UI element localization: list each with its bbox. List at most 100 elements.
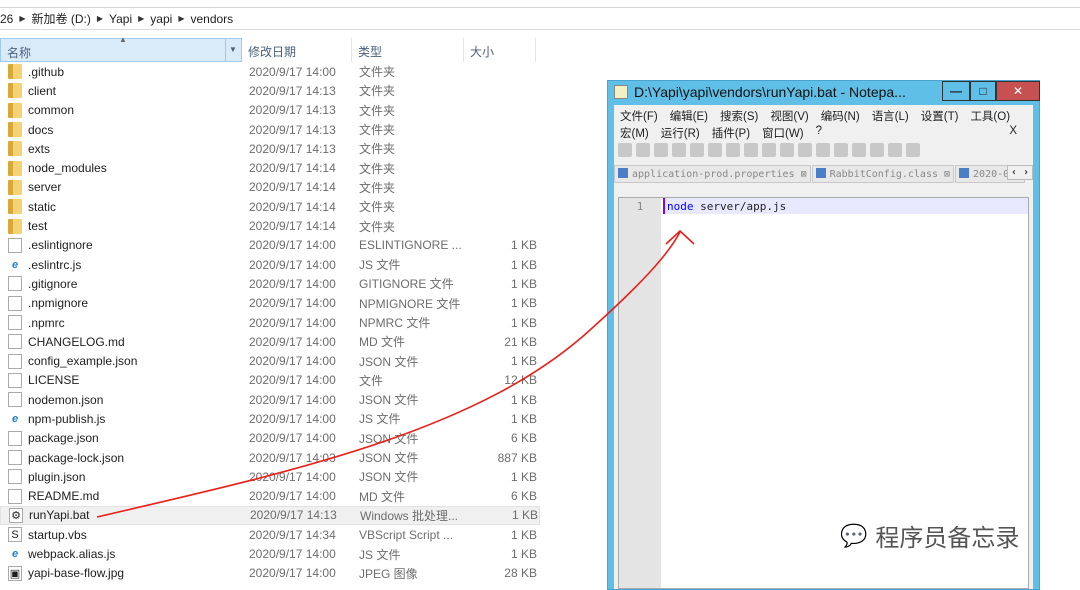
file-row[interactable]: ▣ yapi-base-flow.jpg 2020/9/17 14:00 JPEG 图… (0, 564, 540, 583)
file-row[interactable]: exts 2020/9/17 14:13 文件夹 (0, 139, 540, 158)
save-all-icon[interactable] (672, 143, 686, 157)
menu-item[interactable]: 编码(N) (821, 108, 860, 123)
file-row[interactable]: .npmrc 2020/9/17 14:00 NPMRC 文件 1 KB (0, 313, 540, 332)
file-row[interactable]: ⚙ runYapi.bat 2020/9/17 14:13 Windows 批处理..… (0, 505, 540, 526)
column-size[interactable]: 大小 (464, 38, 536, 62)
file-row[interactable]: node_modules 2020/9/17 14:14 文件夹 (0, 158, 540, 177)
replace-icon[interactable] (852, 143, 866, 157)
save-icon[interactable] (654, 143, 668, 157)
menu-item[interactable]: 语言(L) (872, 108, 909, 123)
zoom-in-icon[interactable] (870, 143, 884, 157)
close-button[interactable]: ✕ (996, 81, 1040, 101)
file-icon (8, 334, 22, 350)
file-row[interactable]: .npmignore 2020/9/17 14:00 NPMIGNORE 文件 1 K… (0, 294, 540, 313)
open-icon[interactable] (636, 143, 650, 157)
column-type[interactable]: 类型 (352, 38, 464, 62)
file-type: NPMIGNORE 文件 (359, 296, 461, 311)
file-date: 2020/9/17 14:03 (249, 450, 336, 465)
chevron-right-icon[interactable]: ▶ (178, 14, 184, 23)
file-row[interactable]: docs 2020/9/17 14:13 文件夹 (0, 120, 540, 139)
file-date: 2020/9/17 14:00 (249, 64, 336, 79)
file-row[interactable]: config_example.json 2020/9/17 14:00 JSON 文… (0, 351, 540, 370)
print-icon[interactable] (726, 143, 740, 157)
paste-icon[interactable] (780, 143, 794, 157)
file-row[interactable]: LICENSE 2020/9/17 14:00 文件 12 KB (0, 371, 540, 390)
chevron-right-icon[interactable]: ▶ (138, 14, 144, 23)
file-row[interactable]: package-lock.json 2020/9/17 14:03 JSON 文件 8… (0, 448, 540, 467)
sync-icon[interactable] (906, 143, 920, 157)
menu-close-button[interactable]: X (1009, 125, 1017, 137)
code-line[interactable]: node server/app.js (663, 198, 1028, 214)
close-all-icon[interactable] (708, 143, 722, 157)
file-date: 2020/9/17 14:00 (249, 296, 336, 311)
tab-close-icon[interactable]: ⊠ (938, 169, 950, 180)
minimize-button[interactable]: — (942, 81, 970, 101)
file-row[interactable]: test 2020/9/17 14:14 文件夹 (0, 216, 540, 235)
menu-item[interactable]: 工具(O) (970, 108, 1010, 123)
new-icon[interactable] (618, 143, 632, 157)
file-type: 文件夹 (359, 84, 396, 99)
tab-close-icon[interactable]: ⊠ (795, 169, 807, 180)
menu-item[interactable]: 宏(M) (620, 125, 649, 140)
file-row[interactable]: static 2020/9/17 14:14 文件夹 (0, 197, 540, 216)
menu-item[interactable]: 运行(R) (661, 125, 700, 140)
file-row[interactable]: Sstartup.vbs 2020/9/17 14:34 VBScript Scri… (0, 525, 540, 544)
tab-scroll-buttons[interactable]: ‹ › (1006, 165, 1033, 180)
file-row[interactable]: server 2020/9/17 14:14 文件夹 (0, 178, 540, 197)
file-row[interactable]: .github 2020/9/17 14:00 文件夹 (0, 62, 540, 81)
file-row[interactable]: e .eslintrc.js 2020/9/17 14:00 JS 文件 1 KB (0, 255, 540, 274)
breadcrumb-item[interactable]: yapi (150, 12, 172, 26)
file-type: GITIGNORE 文件 (359, 277, 454, 292)
file-row[interactable]: .gitignore 2020/9/17 14:00 GITIGNORE 文件 1 K… (0, 274, 540, 293)
column-name[interactable]: ▲ 名称 ▼ (0, 35, 242, 62)
file-row[interactable]: plugin.json 2020/9/17 14:00 JSON 文件 1 KB (0, 467, 540, 486)
file-row[interactable]: nodemon.json 2020/9/17 14:00 JSON 文件 1 KB (0, 390, 540, 409)
file-row[interactable]: .eslintignore 2020/9/17 14:00 ESLINTIGNORE… (0, 236, 540, 255)
menu-item[interactable]: 设置(T) (921, 108, 959, 123)
menu-item[interactable]: 文件(F) (620, 108, 658, 123)
file-name: npm-publish.js (28, 411, 106, 426)
copy-icon[interactable] (762, 143, 776, 157)
find-icon[interactable] (834, 143, 848, 157)
notepad-window: D:\Yapi\yapi\vendors\runYapi.bat - Notep… (607, 80, 1040, 590)
file-row[interactable]: README.md 2020/9/17 14:00 MD 文件 6 KB (0, 487, 540, 506)
chevron-right-icon[interactable]: ▶ (19, 14, 25, 23)
file-row[interactable]: package.json 2020/9/17 14:00 JSON 文件 6 KB (0, 429, 540, 448)
breadcrumb-item[interactable]: 新加卷 (D:) (32, 10, 91, 27)
menu-item[interactable]: 视图(V) (770, 108, 808, 123)
file-row[interactable]: e npm-publish.js 2020/9/17 14:00 JS 文件 1 KB (0, 409, 540, 428)
tab-bar: application-prod.properties ⊠ RabbitConfi… (614, 165, 1033, 183)
editor-tab[interactable]: application-prod.properties ⊠ (614, 165, 811, 183)
file-date: 2020/9/17 14:00 (249, 411, 336, 426)
wechat-icon: 💬 (840, 522, 868, 548)
zoom-out-icon[interactable] (888, 143, 902, 157)
menu-item[interactable]: 搜索(S) (720, 108, 758, 123)
file-row[interactable]: common 2020/9/17 14:13 文件夹 (0, 101, 540, 120)
file-size: 1 KB (510, 527, 537, 542)
file-row[interactable]: e webpack.alias.js 2020/9/17 14:00 JS 文件 1 K… (0, 544, 540, 563)
editor-tab[interactable]: RabbitConfig.class ⊠ (811, 165, 955, 183)
file-size: 1 KB (511, 508, 538, 523)
redo-icon[interactable] (816, 143, 830, 157)
menu-item[interactable]: 窗口(W) (762, 125, 804, 140)
undo-icon[interactable] (798, 143, 812, 157)
close-icon[interactable] (690, 143, 704, 157)
column-date[interactable]: 修改日期 (242, 38, 352, 62)
cut-icon[interactable] (744, 143, 758, 157)
menu-item[interactable]: 插件(P) (712, 125, 750, 140)
file-icon (8, 295, 22, 311)
chevron-down-icon[interactable]: ▼ (225, 39, 241, 61)
chevron-right-icon[interactable]: ▶ (97, 14, 103, 23)
file-type: JSON 文件 (359, 354, 419, 369)
breadcrumb-item[interactable]: 26 (0, 12, 13, 26)
menu-item[interactable]: 编辑(E) (670, 108, 708, 123)
watermark-text: 程序员备忘录 (875, 525, 1020, 552)
file-type: Windows 批处理... (360, 508, 459, 523)
breadcrumb[interactable]: 26 ▶ 新加卷 (D:) ▶ Yapi ▶ yapi ▶ vendors (0, 8, 1080, 30)
maximize-button[interactable]: □ (970, 81, 996, 101)
breadcrumb-item[interactable]: vendors (190, 12, 233, 26)
menu-item[interactable]: ? (816, 125, 822, 139)
file-row[interactable]: client 2020/9/17 14:13 文件夹 (0, 81, 540, 100)
breadcrumb-item[interactable]: Yapi (109, 12, 132, 26)
file-row[interactable]: CHANGELOG.md 2020/9/17 14:00 MD 文件 21 KB (0, 332, 540, 351)
